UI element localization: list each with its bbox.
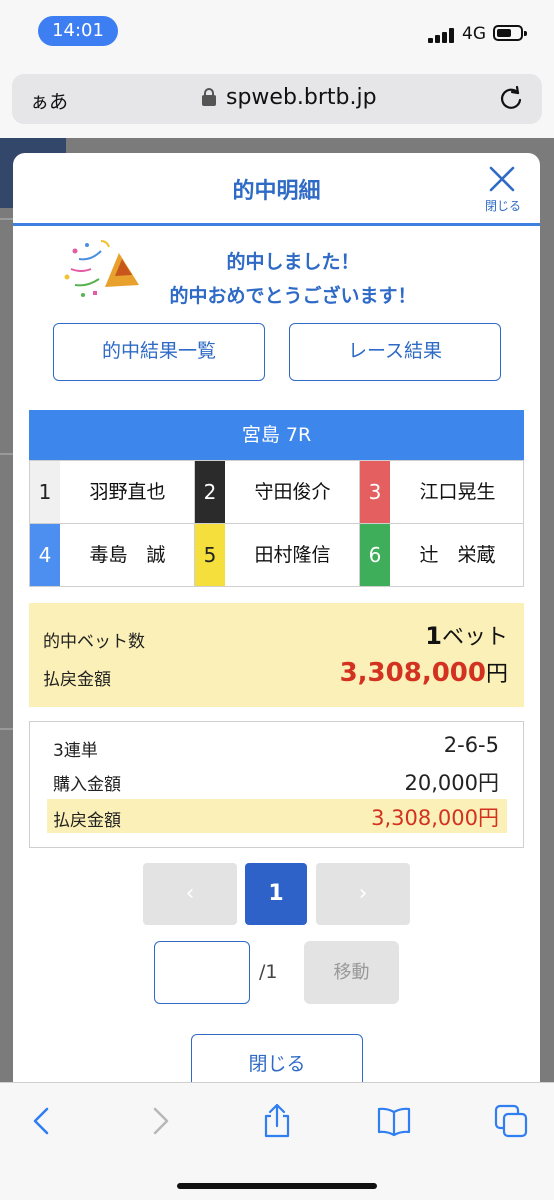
racer-number: 5 (195, 524, 225, 586)
pagination-next-button[interactable]: › (316, 863, 410, 925)
table-divider (194, 461, 195, 586)
detail-payout-label: 払戻金額 (53, 811, 121, 831)
racer-name: 毒島 誠 (89, 544, 166, 566)
screen: 14:01 4G ぁあ spweb.brtb.jp 的中明細 閉じる 的中しまし… (0, 0, 554, 1200)
purchase-value: 20,000円 (404, 771, 499, 795)
hit-summary-box: 的中ベット数 1ベット 払戻金額 3,308,000円 (29, 603, 524, 707)
hit-message-line2: 的中おめでとうございます！ (169, 285, 417, 307)
reload-icon[interactable] (498, 86, 524, 112)
racer-table: 1 羽野直也 2 守田俊介 3 江口晃生 4 毒島 誠 5 田村隆信 6 辻 栄… (29, 460, 524, 587)
tabs-icon[interactable] (493, 1103, 529, 1139)
status-time[interactable]: 14:01 (38, 16, 118, 46)
racer-cell: 6 辻 栄蔵 (360, 524, 525, 586)
racer-cell: 5 田村隆信 (195, 524, 360, 586)
table-divider (30, 523, 523, 524)
hit-results-list-button[interactable]: 的中結果一覧 (53, 323, 265, 381)
home-indicator[interactable] (177, 1183, 377, 1189)
close-button[interactable]: 閉じる (191, 1034, 363, 1082)
racer-cell: 2 守田俊介 (195, 461, 360, 523)
payout-label: 払戻金額 (43, 670, 111, 690)
hit-detail-modal: 的中明細 閉じる 的中しました！ 的中おめでとうございます！ 的中結果一覧 レー… (13, 153, 540, 1082)
text-size-button[interactable]: ぁあ (30, 87, 68, 114)
payout-amount: 3,308,000 (339, 658, 486, 688)
browser-address-area: ぁあ spweb.brtb.jp (0, 62, 554, 138)
bet-combination: 2-6-5 (443, 733, 499, 757)
racer-name: 田村隆信 (254, 544, 331, 566)
pagination-current-page[interactable]: 1 (245, 863, 307, 925)
bet-detail-box: 3連単 2-6-5 購入金額 20,000円 払戻金額 3,308,000円 (29, 721, 524, 848)
bet-type: 3連単 (53, 741, 98, 761)
racer-cell: 3 江口晃生 (360, 461, 525, 523)
status-bar: 14:01 4G (0, 0, 554, 62)
url-text[interactable]: spweb.brtb.jp (226, 85, 377, 110)
racer-cell: 1 羽野直也 (30, 461, 195, 523)
racer-name: 羽野直也 (89, 481, 166, 503)
racer-name: 江口晃生 (419, 481, 496, 503)
share-icon[interactable] (259, 1103, 295, 1139)
payout-unit: 円 (485, 662, 508, 687)
bet-count-unit: ベット (441, 625, 508, 650)
signal-icon (428, 27, 456, 43)
bookmarks-icon[interactable] (376, 1103, 412, 1139)
table-divider (359, 461, 360, 586)
lock-icon (202, 88, 216, 106)
page-number-input[interactable] (154, 941, 250, 1004)
purchase-label: 購入金額 (53, 775, 121, 795)
bet-count-label: 的中ベット数 (43, 632, 145, 652)
payout-value: 3,308,000円 (340, 656, 508, 688)
party-popper-icon (64, 240, 139, 297)
racer-number: 3 (360, 461, 390, 523)
racer-cell: 4 毒島 誠 (30, 524, 195, 586)
bet-count-value: 1ベット (425, 619, 508, 651)
racer-number: 4 (30, 524, 60, 586)
move-button[interactable]: 移動 (304, 941, 399, 1004)
racer-number: 6 (360, 524, 390, 586)
race-title: 宮島 7R (29, 410, 524, 460)
modal-title: 的中明細 (232, 179, 321, 204)
race-results-button[interactable]: レース結果 (289, 323, 501, 381)
battery-icon (493, 25, 527, 41)
bet-count-number: 1 (425, 622, 442, 650)
hit-message-line1: 的中しました！ (226, 251, 360, 273)
pagination-prev-button[interactable]: ‹ (143, 863, 237, 925)
racer-number: 1 (30, 461, 60, 523)
detail-payout-value: 3,308,000円 (371, 806, 499, 830)
close-link[interactable]: 閉じる (475, 197, 531, 214)
page-total: /1 (259, 961, 278, 983)
close-icon[interactable] (485, 165, 519, 195)
racer-name: 守田俊介 (254, 481, 331, 503)
address-bar[interactable]: ぁあ spweb.brtb.jp (12, 74, 542, 124)
racer-number: 2 (195, 461, 225, 523)
header-divider (13, 223, 540, 226)
back-icon[interactable] (23, 1103, 59, 1139)
network-label: 4G (462, 24, 486, 44)
racer-name: 辻 栄蔵 (419, 544, 496, 566)
forward-icon[interactable] (143, 1103, 179, 1139)
